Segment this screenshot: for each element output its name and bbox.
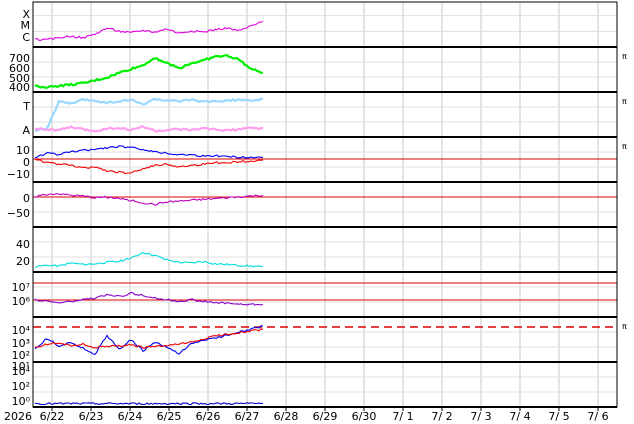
x-tick-label: 6/25 xyxy=(157,410,182,423)
y-tick-label: 10⁶ xyxy=(12,295,31,308)
panel-marker: π xyxy=(622,142,627,151)
y-tick-label: −10 xyxy=(7,168,30,181)
panel-neutron: 10⁴ 10² 10⁰ xyxy=(12,365,617,408)
series-line xyxy=(34,402,263,406)
panel-marker: π xyxy=(622,52,627,61)
x-tick-label: 6/29 xyxy=(313,410,338,423)
y-tick-label: 10⁴ xyxy=(12,324,31,337)
series-line xyxy=(34,193,264,206)
series-line xyxy=(34,53,264,89)
y-tick-label: 20 xyxy=(16,255,30,268)
y-tick-label: 400 xyxy=(9,81,30,94)
x-tick-label: 7/ 3 xyxy=(470,410,491,423)
panel-electron-flux: 10⁷10⁶ xyxy=(12,281,617,318)
x-tick-label: 7/ 2 xyxy=(431,410,452,423)
panel-solar-wind-speed: 700600500400π xyxy=(9,52,627,94)
panel-proton-flux: 10⁴10³10²10¹π xyxy=(12,322,627,373)
y-tick-label: 0 xyxy=(23,192,30,205)
series-line xyxy=(34,291,264,306)
series-line xyxy=(34,252,264,269)
y-tick-label: 10⁴ xyxy=(12,365,31,378)
x-tick-label: 6/28 xyxy=(274,410,299,423)
series-line xyxy=(34,158,264,175)
panel-marker: π xyxy=(622,97,627,106)
x-tick-label: 6/27 xyxy=(235,410,260,423)
year-label: 2026 xyxy=(4,410,32,423)
x-tick-label: 7/ 5 xyxy=(548,410,569,423)
x-tick-label: 7/ 1 xyxy=(392,410,413,423)
chart: XMC700600500400πTAπ100−10π0−50402010⁷10⁶… xyxy=(4,1,627,423)
series-line xyxy=(34,325,264,356)
x-tick-label: 6/24 xyxy=(118,410,143,423)
y-tick-label: 10² xyxy=(12,380,30,393)
y-tick-label: 40 xyxy=(16,238,30,251)
y-tick-label: T xyxy=(22,100,30,113)
y-tick-label: 10⁷ xyxy=(12,281,30,294)
x-tick-label: 7/ 4 xyxy=(509,410,530,423)
y-tick-label: 10⁰ xyxy=(12,395,31,408)
series-line xyxy=(34,125,264,133)
x-tick-label: 6/22 xyxy=(40,410,65,423)
y-tick-label: A xyxy=(22,124,30,137)
panel-bz: 100−10π xyxy=(7,142,627,183)
x-tick-label: 6/23 xyxy=(79,410,104,423)
panel-xray: XMC xyxy=(21,8,617,48)
panel-density: 4020 xyxy=(16,238,617,273)
series-line xyxy=(34,97,264,132)
panel-marker: π xyxy=(622,322,627,331)
x-tick-label: 7/ 6 xyxy=(587,410,608,423)
panel-dst: 0−50 xyxy=(7,192,617,228)
x-tick-label: 6/30 xyxy=(352,410,377,423)
x-tick-label: 6/26 xyxy=(196,410,221,423)
y-tick-label: −50 xyxy=(7,207,30,220)
y-tick-label: C xyxy=(22,31,30,44)
